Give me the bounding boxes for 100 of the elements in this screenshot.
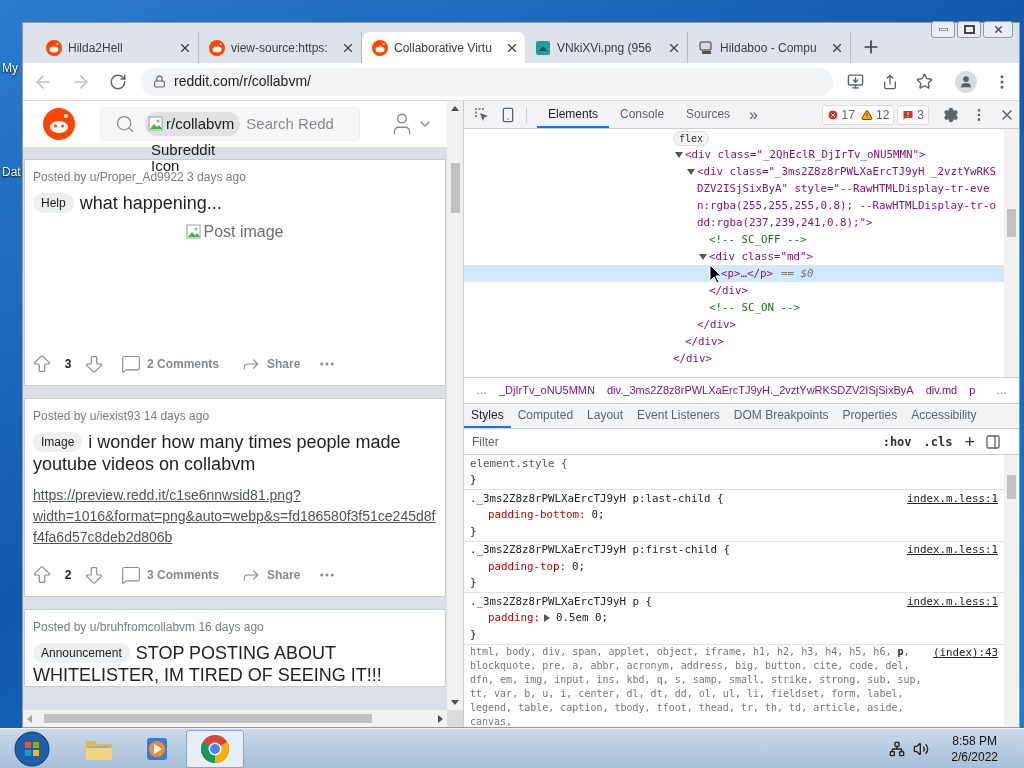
breadcrumb[interactable]: div._3ms2Z8z8rPWLXaErcTJ9yH._2vztYwRKSDZV2ISjSixByA bbox=[606, 382, 914, 399]
scrollbar-thumb[interactable] bbox=[1007, 475, 1016, 499]
post-link[interactable]: https://preview.redd.it/c1se6nnwsid81.png?width=1016&format=png&auto=webp&s=fd186580f3f51ce245d8ff4fa6d57c8deb2d806b bbox=[33, 485, 437, 548]
css-value[interactable]: 0.5em 0; bbox=[556, 610, 609, 627]
scroll-right-icon[interactable] bbox=[438, 714, 443, 723]
issues-button[interactable]: 3 bbox=[897, 104, 929, 125]
downvote-icon[interactable] bbox=[83, 353, 105, 375]
flair-tag[interactable]: Announcement bbox=[33, 643, 130, 663]
close-button[interactable] bbox=[983, 21, 1013, 38]
css-property[interactable]: padding: bbox=[488, 610, 540, 627]
more-tabs-button[interactable]: » bbox=[741, 102, 766, 127]
lock-icon[interactable] bbox=[153, 75, 166, 88]
scroll-up-icon[interactable] bbox=[451, 106, 459, 111]
browser-tab[interactable]: Collaborative Virtu bbox=[362, 32, 525, 63]
dom-node[interactable]: <div class="_3ms2Z8z8rPWLXaErcTJ9yH _2vztYwRKSDZV2ISjSixByA" style="--RawHTMLDisplay-tr-even:rgba(255,255,255,0.8); --RawHTMLDisplay-tr-odd:rgba(237,239,241,0.8);"> bbox=[464, 163, 1004, 231]
sidebar-toggle-icon[interactable] bbox=[985, 433, 1001, 450]
devtools-tab[interactable]: Elements bbox=[537, 101, 610, 128]
dom-node[interactable]: <div class="_2QhEclR_DjIrTv_oNU5MMN"> bbox=[464, 146, 1004, 163]
upvote-icon[interactable] bbox=[31, 564, 53, 586]
rule-source-link[interactable]: (index):43 bbox=[933, 645, 998, 662]
caret-icon[interactable] bbox=[699, 253, 707, 261]
dom-node[interactable]: </div> bbox=[464, 316, 1004, 333]
styles-tab[interactable]: Properties bbox=[835, 404, 905, 428]
breadcrumb[interactable]: _DjIrTv_oNU5MMN bbox=[499, 382, 595, 399]
post-title[interactable]: Help what happening... bbox=[33, 192, 437, 214]
devtools-tab[interactable]: Sources bbox=[675, 101, 742, 128]
flair-tag[interactable]: Help bbox=[33, 193, 74, 213]
rule-source-link[interactable]: index.m.less:1 bbox=[907, 542, 998, 559]
tab-title: VNkiXVi.png (956 bbox=[557, 39, 653, 57]
taskbar-app[interactable] bbox=[186, 729, 244, 768]
styles-tab[interactable]: DOM Breakpoints bbox=[726, 404, 836, 428]
dom-node[interactable]: <!-- SC_ON --> bbox=[464, 299, 1004, 316]
styles-tab[interactable]: Computed bbox=[510, 404, 581, 428]
scrollbar-thumb[interactable] bbox=[1007, 209, 1016, 237]
comments-button[interactable]: 3 Comments bbox=[117, 561, 224, 589]
downvote-icon[interactable] bbox=[83, 564, 105, 586]
install-icon[interactable] bbox=[847, 73, 864, 90]
volume-icon[interactable] bbox=[913, 740, 930, 757]
settings-icon[interactable] bbox=[943, 106, 959, 123]
address-bar[interactable]: reddit.com/r/collabvm/ bbox=[141, 67, 833, 96]
profile-icon[interactable] bbox=[955, 70, 977, 93]
breadcrumb-overflow[interactable]: … bbox=[996, 382, 1007, 399]
console-counter-button[interactable]: 17 12 bbox=[821, 104, 895, 125]
image-file-icon bbox=[535, 39, 551, 56]
dom-node[interactable]: flex bbox=[464, 129, 1004, 146]
dom-node[interactable]: </div> bbox=[464, 333, 1004, 350]
scrollbar[interactable] bbox=[1004, 455, 1019, 727]
share-icon[interactable] bbox=[882, 73, 898, 90]
start-button[interactable] bbox=[12, 730, 52, 767]
styles-tab[interactable]: Layout bbox=[580, 404, 631, 428]
scrollbar[interactable] bbox=[23, 710, 447, 727]
breadcrumb[interactable]: p bbox=[969, 382, 976, 399]
css-value[interactable]: 0; bbox=[572, 558, 586, 575]
reload-icon[interactable] bbox=[109, 72, 127, 91]
styles-tab[interactable]: Accessibility bbox=[904, 404, 984, 428]
new-rule-button[interactable]: + bbox=[958, 432, 981, 451]
breadcrumb[interactable]: div.md bbox=[925, 382, 958, 399]
maximize-button[interactable] bbox=[957, 21, 981, 38]
styles-tab[interactable]: Event Listeners bbox=[630, 404, 727, 428]
dom-node[interactable]: <!-- SC_OFF --> bbox=[464, 231, 1004, 248]
css-property[interactable]: padding-bottom: bbox=[488, 507, 586, 524]
device-toggle-icon[interactable] bbox=[500, 106, 516, 123]
network-icon[interactable] bbox=[889, 740, 906, 757]
flair-tag[interactable]: Image bbox=[33, 432, 83, 452]
comments-button[interactable]: 2 Comments bbox=[117, 350, 224, 378]
post-title[interactable]: Image i wonder how many times people made youtube videos on collabvm bbox=[33, 431, 437, 475]
caret-icon[interactable] bbox=[675, 151, 683, 159]
search-field[interactable]: r/collabvm Search Redd bbox=[100, 107, 360, 141]
bookmark-star-icon[interactable] bbox=[916, 73, 933, 90]
devtools-tab[interactable]: Console bbox=[609, 101, 676, 128]
desktop-icon-label[interactable]: My bbox=[2, 59, 18, 77]
hover-state-button[interactable]: :hov bbox=[876, 432, 918, 451]
dom-node[interactable]: <p>…</p> == $0 bbox=[464, 265, 1004, 282]
dom-node[interactable]: </div> bbox=[464, 282, 1004, 299]
css-value[interactable]: 0; bbox=[591, 507, 605, 524]
rule-source-link[interactable]: index.m.less:1 bbox=[907, 593, 998, 610]
scrollbar[interactable] bbox=[447, 101, 463, 710]
expand-icon[interactable] bbox=[544, 614, 550, 623]
caret-icon[interactable] bbox=[687, 168, 695, 176]
clock-date[interactable]: 2/6/2022 bbox=[951, 748, 998, 765]
subreddit-chip[interactable]: r/collabvm bbox=[145, 112, 241, 136]
dom-node[interactable]: </div> bbox=[464, 350, 1004, 367]
breadcrumb-overflow[interactable]: … bbox=[476, 382, 487, 399]
upvote-icon[interactable] bbox=[31, 353, 53, 375]
broken-image-icon bbox=[186, 224, 203, 240]
clock-time[interactable]: 8:58 PM bbox=[952, 732, 997, 749]
scroll-down-icon[interactable] bbox=[451, 700, 459, 705]
scrollbar[interactable] bbox=[1004, 129, 1019, 377]
post-title[interactable]: Announcement STOP POSTING ABOUT WHITELISTER, IM TIRED OF SEEING IT!!! bbox=[33, 642, 437, 686]
closing-brace: } bbox=[470, 523, 477, 540]
class-toggle-button[interactable]: .cls bbox=[917, 432, 959, 451]
inspect-icon[interactable] bbox=[474, 106, 490, 123]
search-input[interactable]: Search Redd bbox=[246, 112, 337, 136]
scrollbar-thumb[interactable] bbox=[44, 714, 372, 723]
dom-node[interactable]: <div class="md"> bbox=[464, 248, 1004, 265]
desktop-icon-label[interactable]: Dat bbox=[2, 163, 21, 181]
css-property[interactable]: padding-top: bbox=[488, 558, 566, 575]
alien-logo-icon[interactable] bbox=[43, 108, 75, 140]
scrollbar-thumb[interactable] bbox=[450, 163, 460, 213]
rule-source-link[interactable]: index.m.less:1 bbox=[907, 490, 998, 507]
